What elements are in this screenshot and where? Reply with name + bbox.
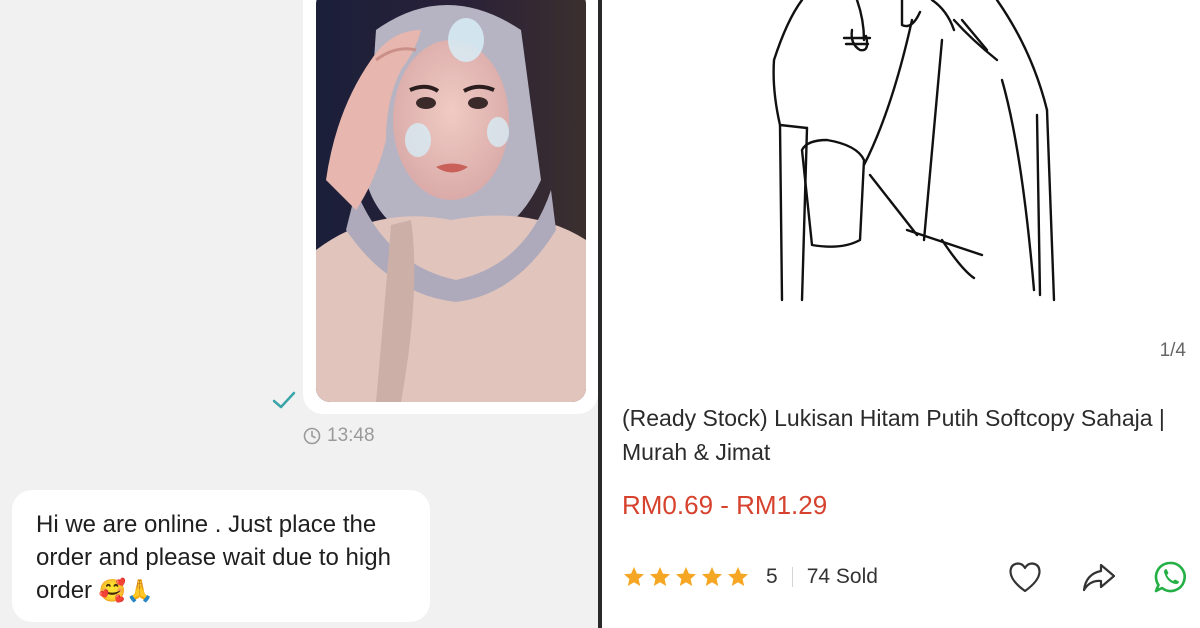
sold-count: 74 Sold — [806, 565, 878, 588]
timestamp-label: 13:48 — [327, 425, 375, 446]
chat-panel: 13:48 Hi we are online . Just place the … — [0, 0, 598, 628]
whatsapp-icon[interactable] — [1153, 560, 1189, 594]
heart-icon[interactable] — [1007, 560, 1043, 594]
product-image[interactable]: 1/4 — [602, 0, 1200, 372]
star-icon — [676, 567, 696, 586]
rating-stars — [622, 565, 750, 589]
sent-photo[interactable] — [316, 0, 586, 402]
star-icon — [650, 567, 670, 586]
rating-value: 5 — [766, 565, 778, 588]
message-timestamp: 13:48 — [303, 425, 375, 447]
rating-row: 5 74 Sold — [622, 562, 878, 592]
product-panel: 1/4 (Ready Stock) Lukisan Hitam Putih So… — [602, 0, 1200, 628]
selfie-photo-image — [316, 0, 586, 402]
image-counter: 1/4 — [1155, 338, 1190, 364]
clock-icon — [303, 427, 321, 445]
share-icon[interactable] — [1081, 560, 1117, 594]
price-range: RM0.69 - RM1.29 — [622, 490, 828, 520]
star-icon — [728, 567, 748, 586]
message-body: Hi we are online . Just place the order … — [36, 511, 391, 604]
product-title: (Ready Stock) Lukisan Hitam Putih Softco… — [622, 405, 1165, 465]
star-icon — [702, 567, 722, 586]
line-drawing-image — [772, 0, 1056, 302]
check-icon — [272, 391, 296, 409]
star-icon — [624, 567, 644, 586]
message-emojis: 🥰🙏 — [98, 579, 154, 604]
message-text: Hi we are online . Just place the order … — [36, 508, 416, 608]
rating-separator — [791, 567, 793, 587]
